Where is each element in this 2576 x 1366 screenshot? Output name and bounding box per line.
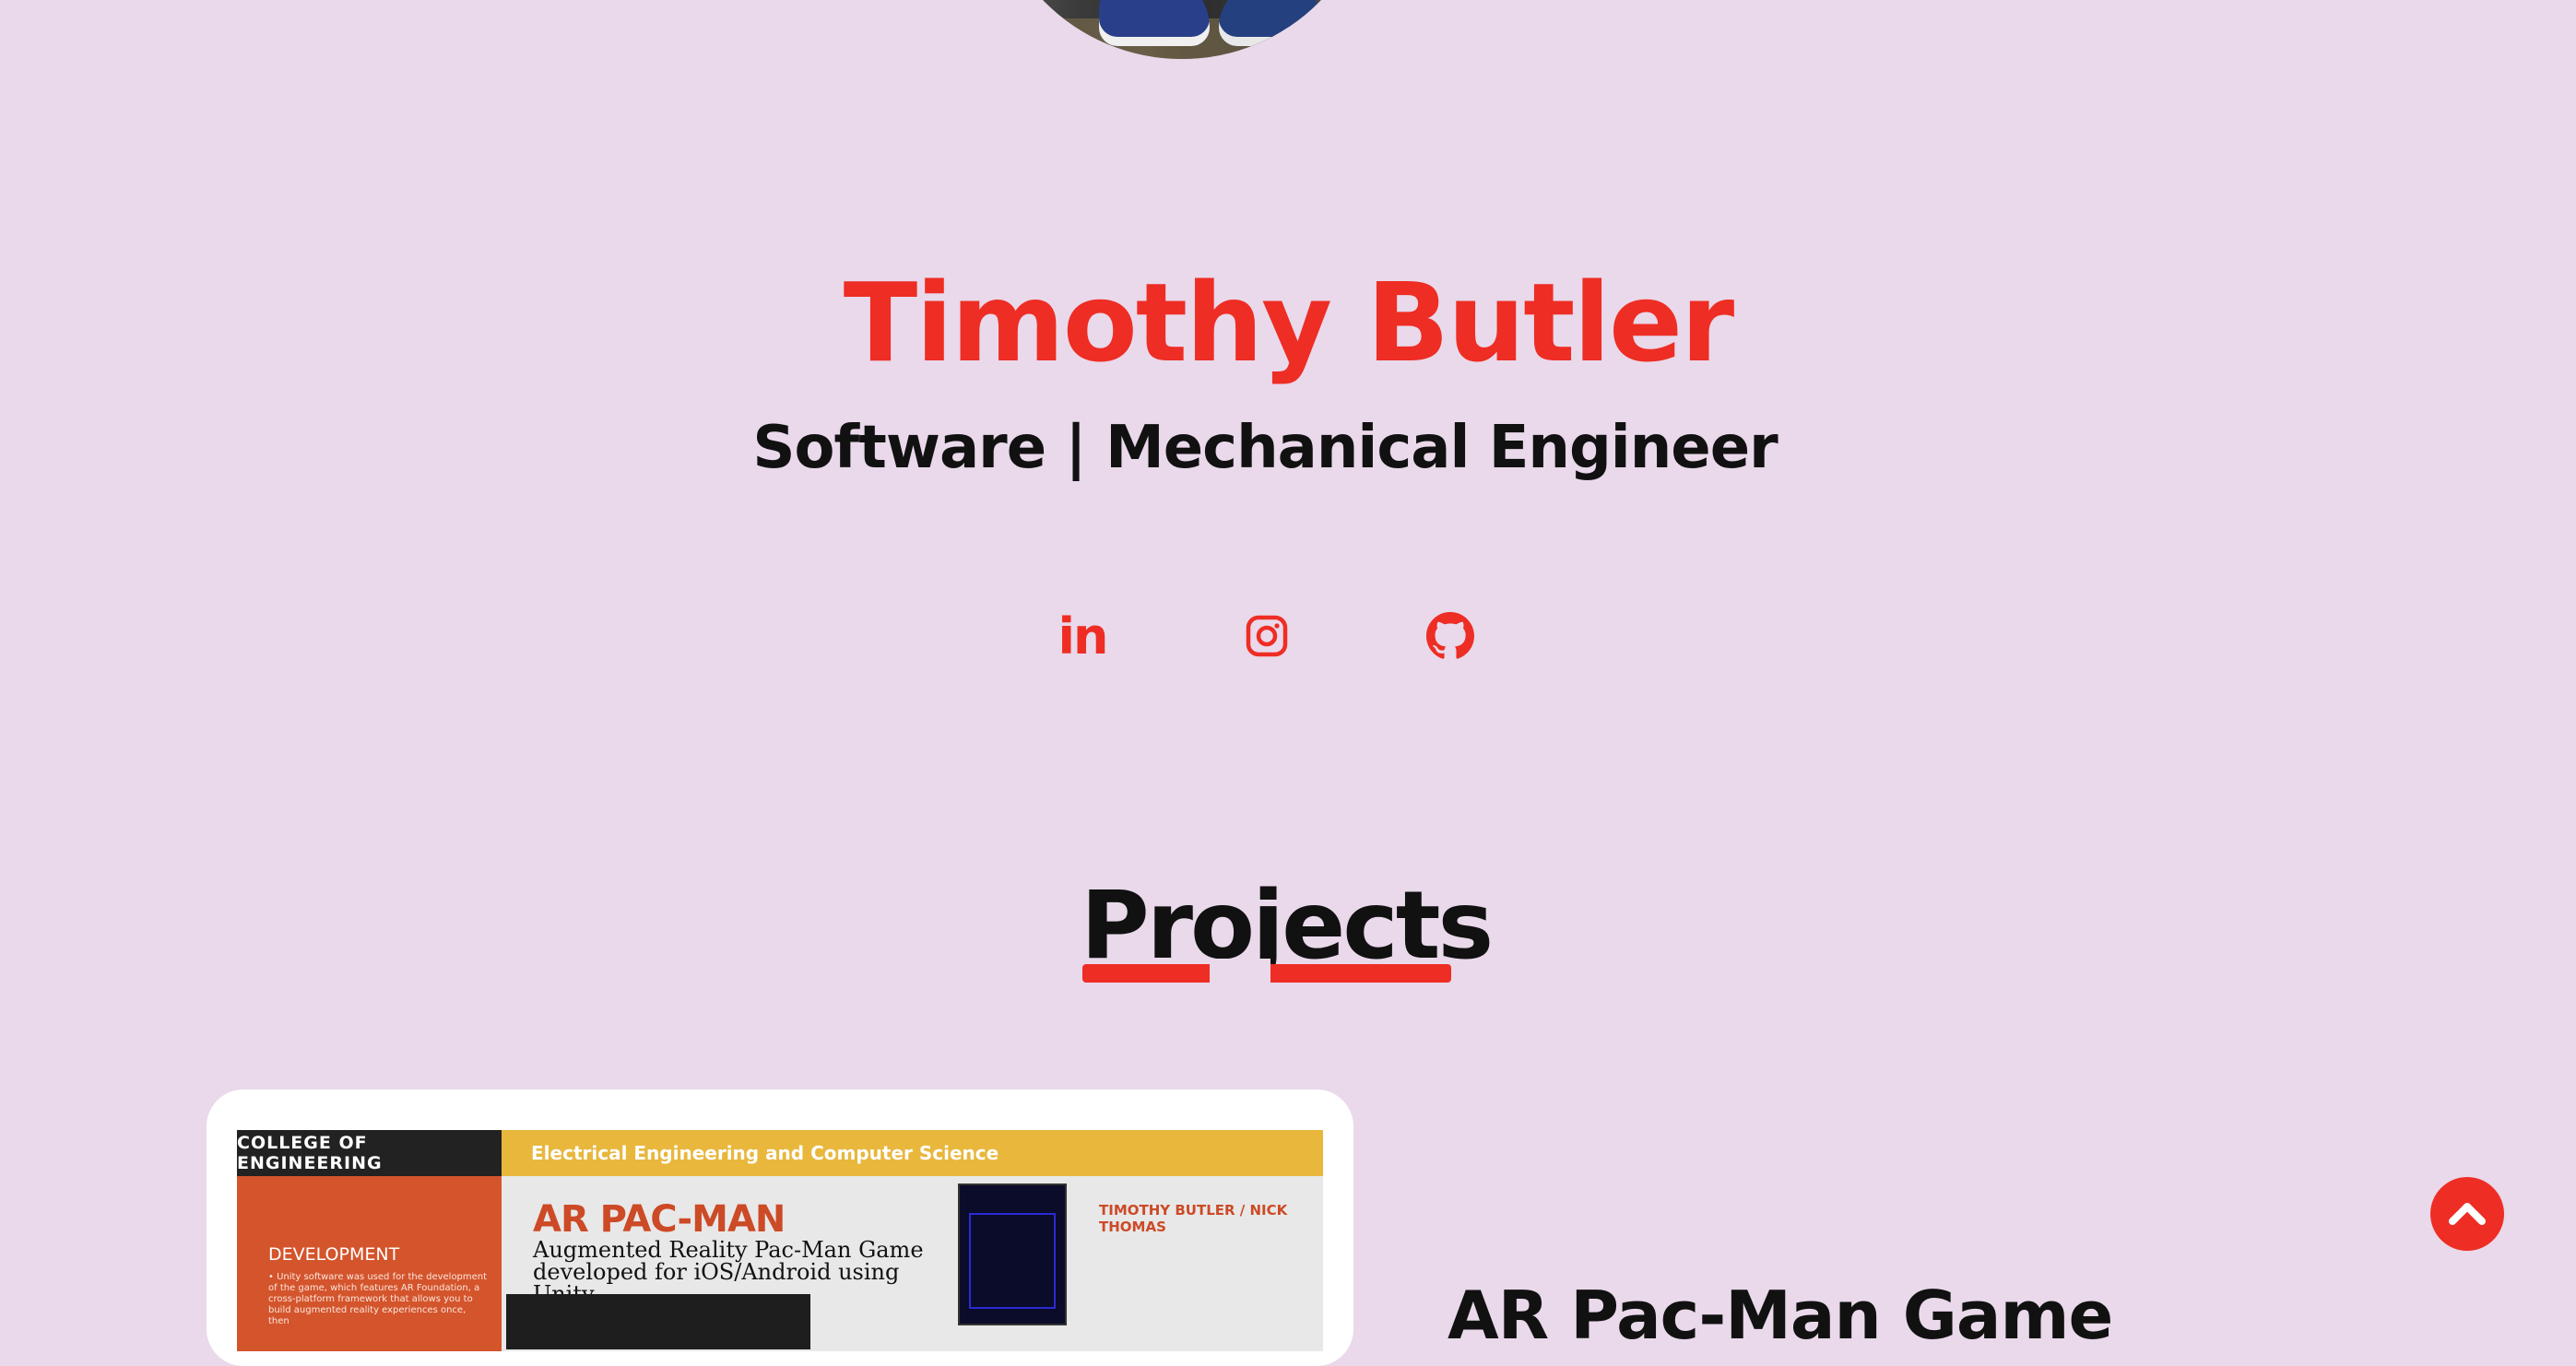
project-title: AR Pac-Man Game [1448,1277,2113,1354]
instagram-link[interactable] [1239,608,1294,664]
hero-subtitle: Software | Mechanical Engineer [752,414,1778,482]
linkedin-icon: in [1058,606,1109,665]
back-to-top-button[interactable] [2430,1177,2504,1251]
game-screenshot [958,1183,1067,1325]
linkedin-link[interactable]: in [1055,606,1110,665]
github-icon [1426,612,1474,659]
code-screenshot [506,1294,810,1349]
instagram-icon [1246,615,1288,657]
project-card[interactable]: COLLEGE OF ENGINEERING DEVELOPMENT • Uni… [207,1089,1353,1366]
github-link[interactable] [1423,608,1478,664]
project-poster-image: COLLEGE OF ENGINEERING DEVELOPMENT • Uni… [237,1130,1323,1351]
poster-section-heading: DEVELOPMENT [268,1244,400,1265]
poster-title: AR PAC-MAN [533,1198,786,1241]
poster-authors: TIMOTHY BUTLER / NICK THOMAS [1099,1202,1288,1235]
hero-name: Timothy Butler [843,259,1734,386]
poster-section-text: • Unity software was used for the develo… [268,1272,488,1326]
poster-department: Electrical Engineering and Computer Scie… [502,1130,1323,1176]
social-links: in [0,606,2576,665]
profile-photo [988,0,1376,59]
poster-college: COLLEGE OF ENGINEERING [237,1130,502,1176]
chevron-up-icon [2449,1203,2486,1225]
